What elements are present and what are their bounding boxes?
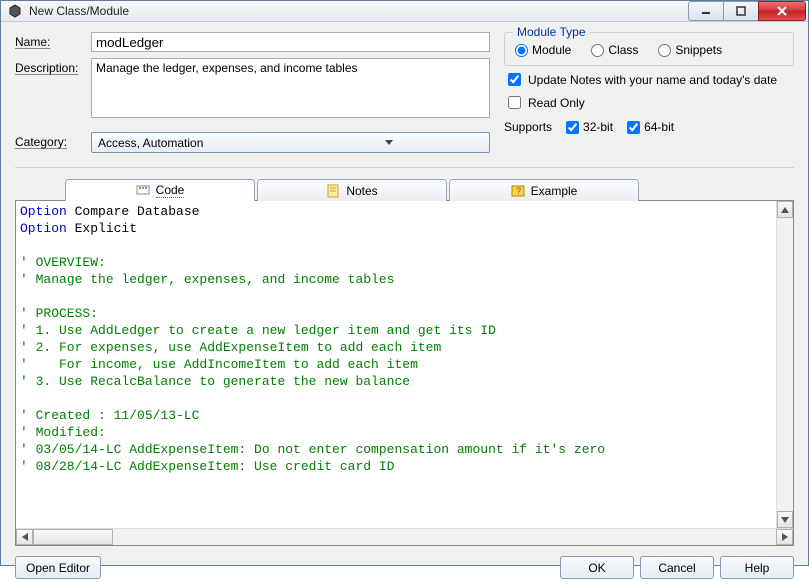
- radio-module[interactable]: Module: [515, 43, 571, 57]
- vertical-scrollbar[interactable]: [776, 201, 793, 528]
- description-input[interactable]: Manage the ledger, expenses, and income …: [91, 58, 490, 118]
- code-icon: [136, 183, 150, 197]
- module-type-legend: Module Type: [513, 25, 590, 39]
- tab-strip: Code Notes ? Example: [15, 178, 794, 200]
- window-title: New Class/Module: [29, 4, 689, 18]
- app-icon: [7, 3, 23, 19]
- scroll-left-icon[interactable]: [16, 529, 33, 545]
- horizontal-scrollbar[interactable]: [16, 528, 793, 545]
- close-button[interactable]: [758, 1, 806, 21]
- category-value: Access, Automation: [98, 136, 292, 150]
- maximize-button[interactable]: [723, 1, 759, 21]
- scroll-right-icon[interactable]: [776, 529, 793, 545]
- radio-class[interactable]: Class: [591, 43, 638, 57]
- check-64bit[interactable]: 64-bit: [627, 120, 674, 134]
- module-type-group: Module Type Module Class Snippets: [504, 32, 794, 66]
- cancel-button[interactable]: Cancel: [640, 556, 714, 579]
- notes-icon: [326, 184, 340, 198]
- supports-label: Supports: [504, 120, 552, 134]
- read-only-check[interactable]: Read Only: [504, 93, 794, 112]
- category-label: Category:: [15, 132, 91, 149]
- scroll-up-icon[interactable]: [777, 201, 793, 218]
- scroll-thumb[interactable]: [33, 529, 113, 545]
- code-text: Option Compare Database Option Explicit …: [20, 204, 605, 474]
- titlebar[interactable]: New Class/Module: [1, 1, 808, 22]
- divider: [15, 167, 794, 168]
- radio-snippets[interactable]: Snippets: [658, 43, 722, 57]
- chevron-down-icon: [292, 135, 486, 151]
- code-editor[interactable]: Option Compare Database Option Explicit …: [15, 200, 794, 546]
- scroll-down-icon[interactable]: [777, 511, 793, 528]
- svg-text:?: ?: [516, 186, 521, 196]
- name-label: Name:: [15, 32, 91, 49]
- tab-code[interactable]: Code: [65, 179, 255, 201]
- name-input[interactable]: [91, 32, 490, 52]
- minimize-button[interactable]: [688, 1, 724, 21]
- example-icon: ?: [511, 184, 525, 198]
- description-label: Description:: [15, 58, 91, 75]
- category-combo[interactable]: Access, Automation: [91, 132, 490, 153]
- update-notes-check[interactable]: Update Notes with your name and today's …: [504, 70, 794, 89]
- check-32bit[interactable]: 32-bit: [566, 120, 613, 134]
- dialog-window: New Class/Module Name: Description: Mana…: [0, 0, 809, 566]
- ok-button[interactable]: OK: [560, 556, 634, 579]
- tab-notes[interactable]: Notes: [257, 179, 447, 201]
- open-editor-button[interactable]: Open Editor: [15, 556, 101, 579]
- help-button[interactable]: Help: [720, 556, 794, 579]
- tab-example[interactable]: ? Example: [449, 179, 639, 201]
